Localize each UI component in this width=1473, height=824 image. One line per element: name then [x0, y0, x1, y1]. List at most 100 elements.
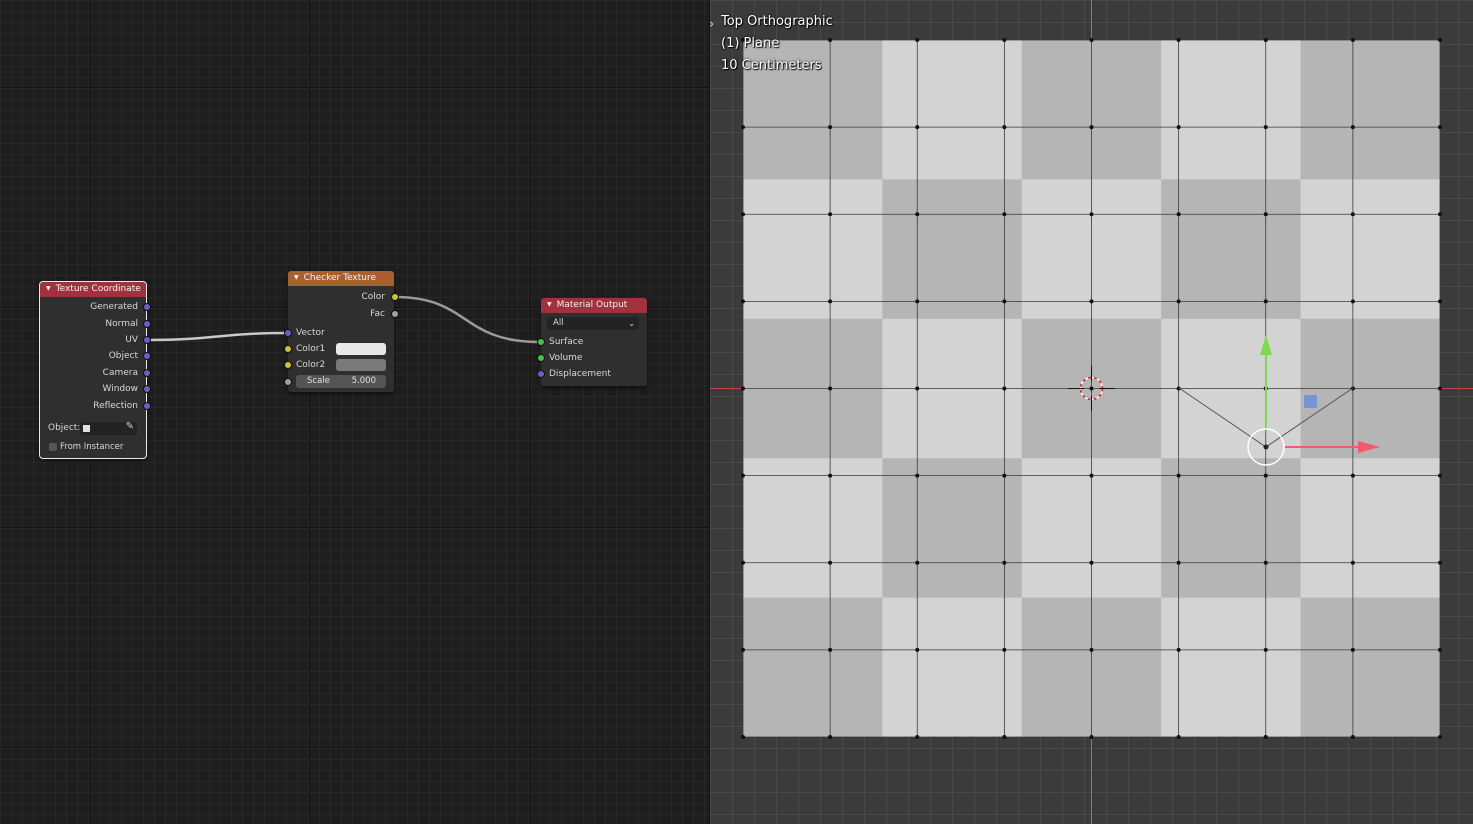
link-uv-to-vector[interactable] [146, 331, 289, 342]
mesh-vertex [1176, 125, 1181, 130]
chevron-down-icon: ⌄ [628, 319, 635, 328]
socket-color-out[interactable] [392, 294, 398, 300]
output-reflection: Reflection [93, 401, 138, 411]
mesh-vertex [1089, 125, 1094, 130]
output-generated: Generated [90, 302, 138, 312]
target-dropdown[interactable]: All ⌄ [547, 317, 639, 330]
object-label: Object: [48, 423, 81, 433]
gizmo-pivot [1263, 444, 1269, 450]
color2-swatch[interactable] [336, 359, 386, 371]
mesh-vertex [1263, 299, 1268, 304]
socket-color1-in[interactable] [285, 346, 291, 352]
from-instancer-checkbox[interactable] [49, 443, 57, 451]
socket-color2-in[interactable] [285, 362, 291, 368]
socket-displacement-in[interactable] [538, 371, 544, 377]
material-output-node[interactable]: ▼ Material Output All ⌄ Surface Volume Di… [538, 298, 647, 386]
mesh-vertex [828, 299, 833, 304]
socket-object[interactable] [144, 353, 150, 359]
mesh-vertex [1176, 473, 1181, 478]
mesh-vertex [915, 473, 920, 478]
checker-texture-node[interactable]: ▼ Checker Texture Color Fac Vector Color1… [285, 271, 398, 392]
mesh-vertex [1002, 386, 1007, 391]
mesh-vertex [1438, 560, 1442, 565]
socket-fac-out[interactable] [392, 311, 398, 317]
mesh-vertex [1438, 299, 1442, 304]
mesh-vertex [1089, 647, 1094, 652]
checker-texture-header[interactable]: ▼ Checker Texture [288, 271, 394, 286]
mesh-vertex [915, 212, 920, 217]
mesh-vertex [741, 647, 745, 652]
object-name-label: (1) Plane [721, 36, 780, 51]
mesh-vertex [915, 125, 920, 130]
mesh-vertex [1176, 299, 1181, 304]
mesh-vertex [1350, 38, 1355, 42]
shader-node-editor[interactable]: ▼ Texture Coordinate Generated Normal UV … [0, 0, 709, 824]
eyedropper-icon[interactable]: ✎ [126, 421, 134, 432]
socket-volume-in[interactable] [538, 355, 544, 361]
output-uv: UV [125, 335, 138, 345]
mesh-vertex [828, 386, 833, 391]
socket-window[interactable] [144, 386, 150, 392]
material-output-header[interactable]: ▼ Material Output [541, 298, 647, 313]
output-fac: Fac [370, 309, 385, 319]
mesh-vertex [741, 125, 745, 130]
mesh-vertex [1438, 735, 1442, 739]
mesh-vertex [1350, 125, 1355, 130]
socket-surface-in[interactable] [538, 339, 544, 345]
3d-viewport[interactable]: › Top Orthographic (1) Plane 10 Centimet… [710, 0, 1473, 824]
checker-cell [882, 179, 1022, 319]
mesh-vertex [741, 473, 745, 478]
mesh-vertex [1002, 473, 1007, 478]
mesh-vertex [1089, 735, 1094, 739]
input-displacement: Displacement [549, 369, 611, 379]
collapse-arrow-icon[interactable]: ▼ [46, 281, 51, 296]
socket-scale-in[interactable] [285, 379, 291, 385]
mesh-vertex [1438, 473, 1442, 478]
mesh-vertex [1176, 560, 1181, 565]
mesh-vertex [1438, 38, 1442, 42]
gizmo-xy-plane-handle[interactable] [1304, 395, 1317, 408]
link-color-to-surface[interactable] [394, 295, 541, 344]
mesh-vertex [1089, 473, 1094, 478]
socket-vector-in[interactable] [285, 330, 291, 336]
socket-camera[interactable] [144, 370, 150, 376]
object-field[interactable]: ✎ [80, 421, 137, 435]
mesh-vertex [1002, 38, 1007, 42]
texture-coordinate-node[interactable]: ▼ Texture Coordinate Generated Normal UV … [39, 281, 150, 459]
output-camera: Camera [102, 368, 138, 378]
texture-coordinate-header[interactable]: ▼ Texture Coordinate [40, 282, 146, 297]
mesh-vertex [1350, 647, 1355, 652]
socket-uv[interactable] [144, 337, 150, 343]
mesh-vertex [1089, 212, 1094, 217]
collapse-arrow-icon[interactable]: ▼ [547, 297, 552, 312]
viewport-scene[interactable] [710, 0, 1473, 824]
from-instancer-label: From Instancer [60, 442, 124, 452]
mesh-vertex [1089, 299, 1094, 304]
checker-cell [1161, 179, 1301, 319]
input-color2: Color2 [296, 360, 326, 370]
input-surface: Surface [549, 337, 584, 347]
mesh-vertex [1263, 647, 1268, 652]
mesh-vertex [828, 212, 833, 217]
mesh-vertex [828, 647, 833, 652]
mesh-vertex [915, 386, 920, 391]
socket-generated[interactable] [144, 304, 150, 310]
mesh-vertex [915, 38, 920, 42]
node-title: Checker Texture [303, 273, 377, 283]
socket-reflection[interactable] [144, 403, 150, 409]
collapse-arrow-icon[interactable]: ▼ [294, 270, 299, 285]
chevron-right-icon[interactable]: › [710, 17, 714, 32]
socket-normal[interactable] [144, 321, 150, 327]
color1-swatch[interactable] [336, 343, 386, 355]
mesh-vertex [1438, 212, 1442, 217]
output-object: Object [108, 351, 138, 361]
scale-field[interactable]: Scale 5.000 [296, 375, 386, 388]
output-window: Window [102, 384, 139, 394]
mesh-vertex [1350, 473, 1355, 478]
mesh-vertex [828, 125, 833, 130]
mesh-vertex [1263, 735, 1268, 739]
mesh-vertex [1002, 299, 1007, 304]
mesh-vertex [1002, 735, 1007, 739]
mesh-vertex [915, 735, 920, 739]
mesh-vertex [915, 560, 920, 565]
